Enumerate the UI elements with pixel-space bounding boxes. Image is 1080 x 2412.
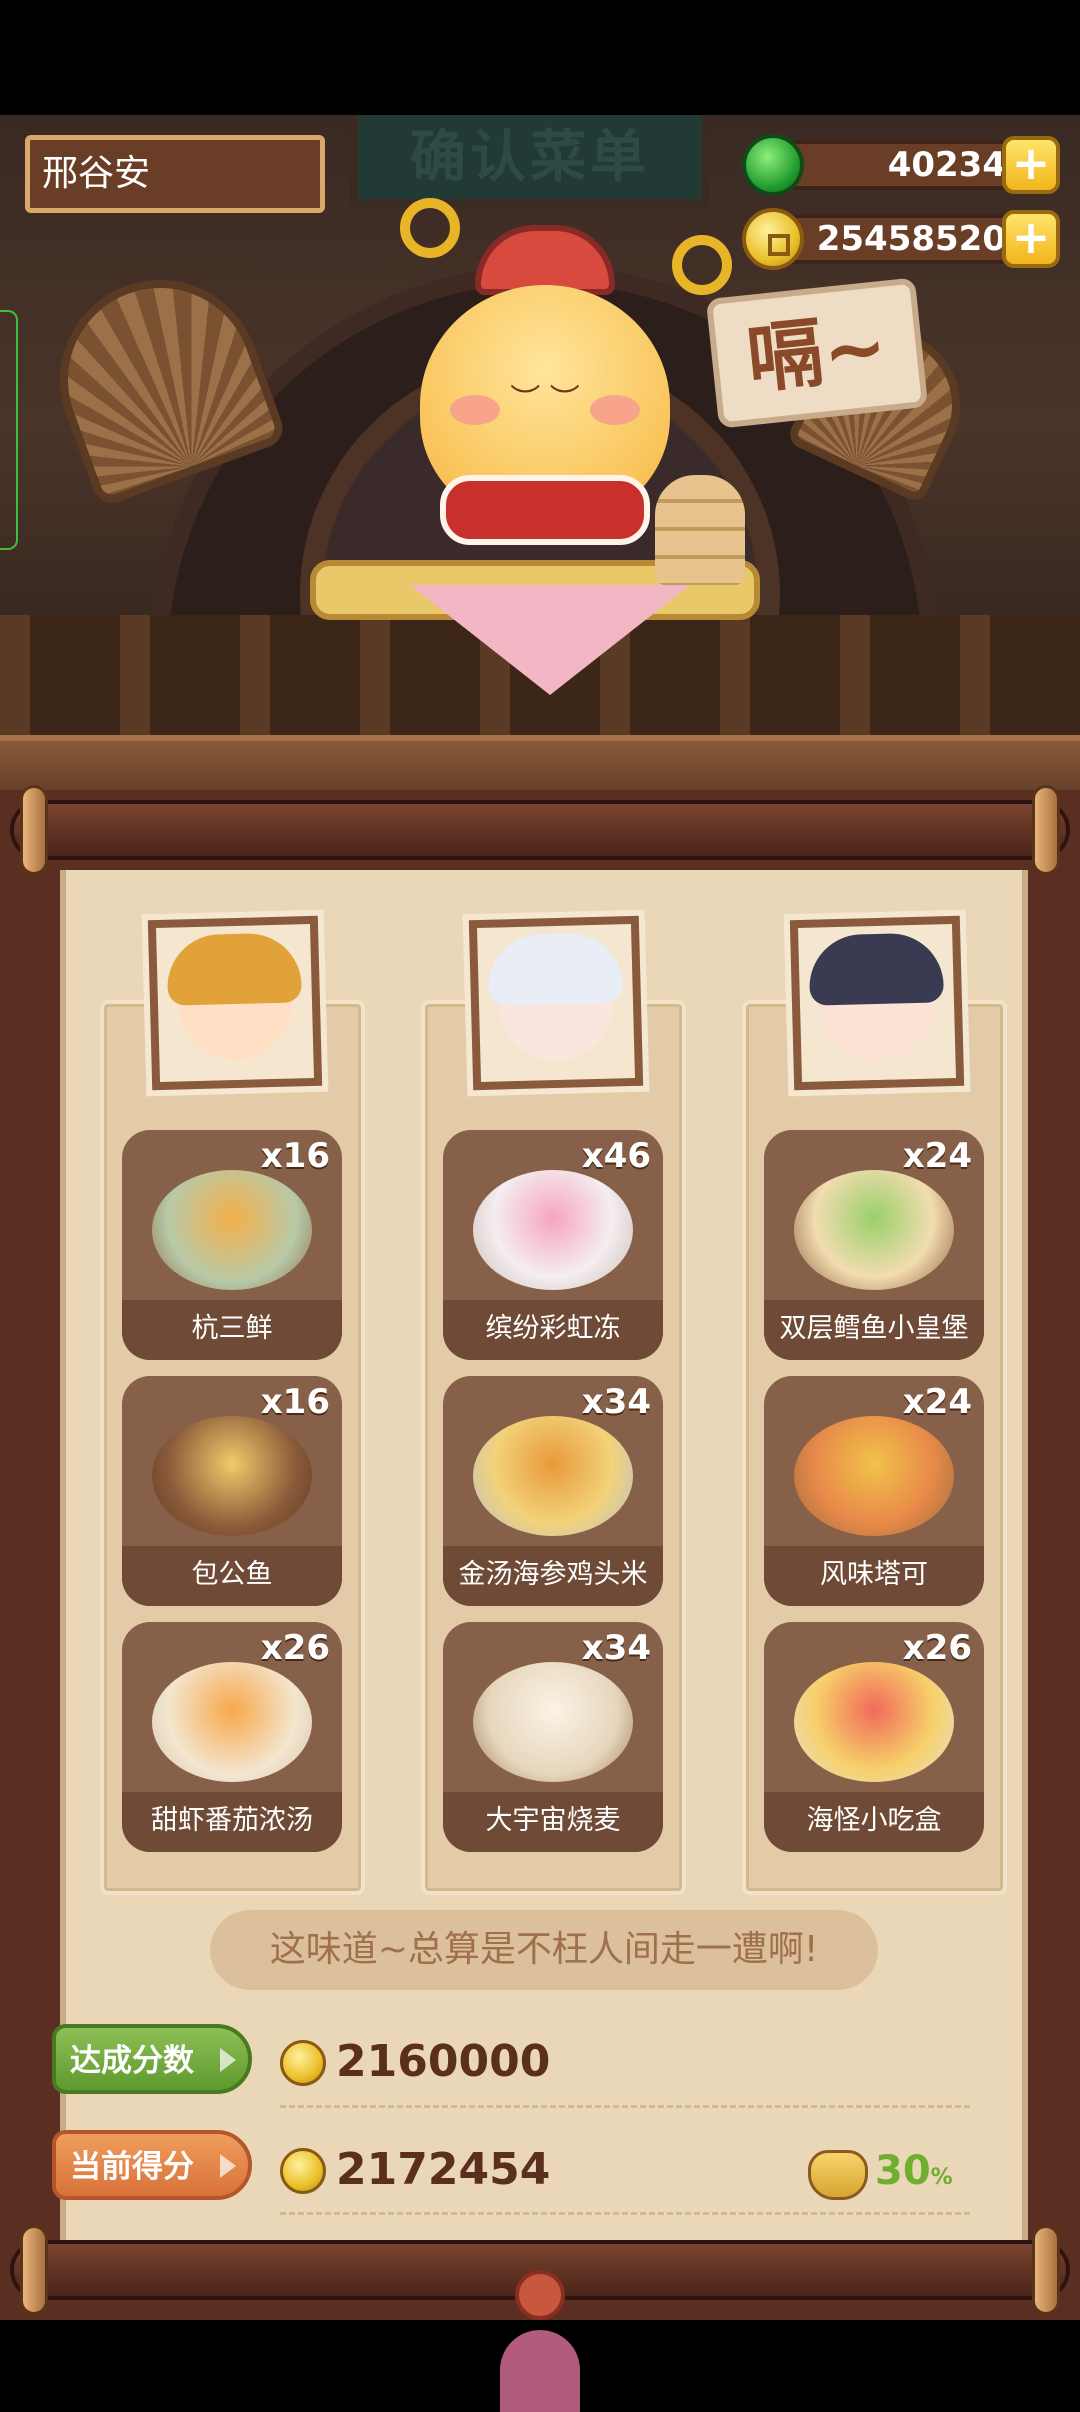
gold-coin-icon: [280, 2148, 326, 2194]
dish-image: [794, 1170, 954, 1290]
dish-name: 缤纷彩虹冻: [443, 1300, 663, 1360]
scroll-cap: [20, 2225, 48, 2315]
current-score: 2172454: [280, 2140, 550, 2200]
current-score-text: 当前得分: [70, 2149, 194, 2185]
dish-count: x34: [581, 1382, 651, 1422]
character-portrait-2[interactable]: [468, 915, 644, 1091]
gold-resource: 25458520 +: [742, 208, 1060, 270]
money-bag-icon: [808, 2150, 868, 2200]
dish-image: [473, 1416, 633, 1536]
dish-count: x16: [260, 1382, 330, 1422]
scroll-cap: [1032, 785, 1060, 875]
decorative-knot-icon: [480, 2270, 600, 2412]
dish-image: [152, 1170, 312, 1290]
mascot-quote: 这味道~总算是不枉人间走一遭啊!: [210, 1910, 878, 1990]
scroll-cap: [20, 785, 48, 875]
portrait-headdress: [166, 932, 303, 1006]
mascot-character[interactable]: ︶ ︶: [400, 225, 690, 555]
dish-name: 杭三鲜: [122, 1300, 342, 1360]
character-portrait-1[interactable]: [147, 915, 323, 1091]
status-bar: [0, 0, 1080, 115]
scroll-rod-top: [10, 800, 1070, 860]
add-jade-button[interactable]: +: [1002, 136, 1060, 194]
dish-image: [794, 1662, 954, 1782]
dish-card[interactable]: x24 双层鳕鱼小皇堡: [764, 1130, 984, 1360]
dish-count: x24: [902, 1382, 972, 1422]
target-score-value: 2160000: [336, 2036, 551, 2087]
dish-card[interactable]: x26 甜虾番茄浓汤: [122, 1622, 342, 1852]
dish-card[interactable]: x46 缤纷彩虹冻: [443, 1130, 663, 1360]
current-score-value: 2172454: [336, 2144, 551, 2195]
dish-image: [152, 1662, 312, 1782]
jade-resource: 40234 +: [742, 134, 1060, 196]
dish-name: 双层鳕鱼小皇堡: [764, 1300, 984, 1360]
gold-coin-icon: [280, 2040, 326, 2086]
gold-coin-icon: [742, 208, 804, 270]
jade-amount: 40234: [772, 140, 1022, 190]
dish-count: x46: [581, 1136, 651, 1176]
speech-bubble: 嗝~: [705, 277, 929, 429]
dish-name: 海怪小吃盒: [764, 1792, 984, 1852]
character-portrait-3[interactable]: [789, 915, 965, 1091]
dish-card[interactable]: x16 杭三鲜: [122, 1130, 342, 1360]
divider: [280, 2105, 970, 2108]
dish-count: x16: [260, 1136, 330, 1176]
dish-card[interactable]: x24 风味塔可: [764, 1376, 984, 1606]
dish-name: 包公鱼: [122, 1546, 342, 1606]
arrow-right-icon: [220, 2048, 236, 2072]
score-bonus: 30%: [875, 2148, 953, 2194]
target-score-text: 达成分数: [70, 2043, 194, 2079]
target-score: 2160000: [280, 2032, 550, 2092]
dish-card[interactable]: x34 金汤海参鸡头米: [443, 1376, 663, 1606]
dish-count: x26: [260, 1628, 330, 1668]
dish-count: x24: [902, 1136, 972, 1176]
portrait-hair: [487, 932, 624, 1006]
dish-name: 风味塔可: [764, 1546, 984, 1606]
side-tab[interactable]: [0, 310, 18, 550]
mascot-eyes: ︶ ︶: [510, 383, 580, 418]
mascot-cheek: [450, 395, 500, 425]
coin-ring-icon: [400, 198, 460, 258]
bonus-value: 30: [875, 2148, 931, 2194]
coin-ring-icon: [672, 235, 732, 295]
dish-count: x26: [902, 1628, 972, 1668]
dish-name: 金汤海参鸡头米: [443, 1546, 663, 1606]
jade-gem-icon: [742, 134, 804, 196]
dish-card[interactable]: x26 海怪小吃盒: [764, 1622, 984, 1852]
dish-count: x34: [581, 1628, 651, 1668]
divider: [280, 2212, 970, 2215]
arrow-right-icon: [220, 2154, 236, 2178]
dish-image: [473, 1170, 633, 1290]
mascot-scarf: [440, 475, 650, 545]
dish-image: [794, 1416, 954, 1536]
player-name: 邢谷安: [25, 135, 325, 213]
dish-name: 大宇宙烧麦: [443, 1792, 663, 1852]
menu-signboard: 确认菜单: [350, 115, 710, 207]
add-gold-button[interactable]: +: [1002, 210, 1060, 268]
target-score-label: 达成分数: [52, 2024, 252, 2094]
dish-card[interactable]: x34 大宇宙烧麦: [443, 1622, 663, 1852]
dish-image: [152, 1416, 312, 1536]
knot-top: [515, 2270, 565, 2320]
gold-amount: 25458520: [772, 214, 1022, 264]
dish-image: [473, 1662, 633, 1782]
dish-card[interactable]: x16 包公鱼: [122, 1376, 342, 1606]
knot-tassel: [500, 2330, 580, 2412]
dish-name: 甜虾番茄浓汤: [122, 1792, 342, 1852]
scroll-cap: [1032, 2225, 1060, 2315]
current-score-label: 当前得分: [52, 2130, 252, 2200]
mascot-cheek: [590, 395, 640, 425]
portrait-hair: [808, 932, 945, 1006]
bonus-unit: %: [930, 2165, 953, 2190]
